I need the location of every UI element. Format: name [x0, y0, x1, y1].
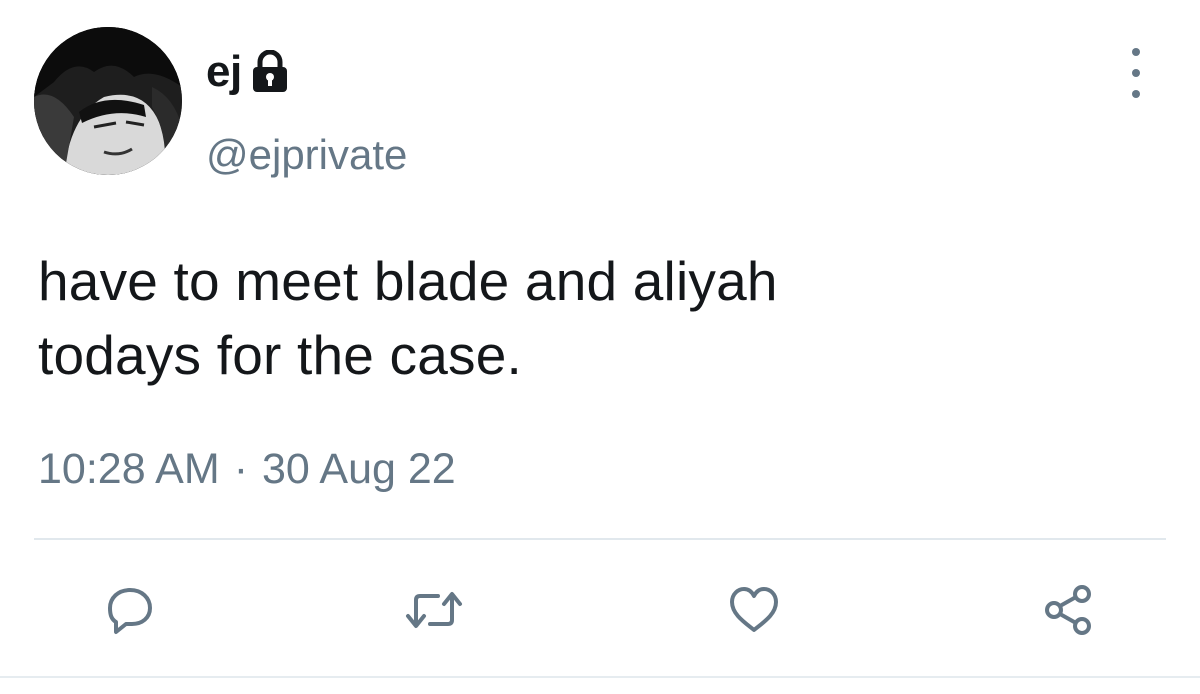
tweet-time: 10:28 AM: [38, 445, 220, 493]
display-name[interactable]: ej: [206, 50, 242, 94]
lock-icon: [250, 49, 290, 94]
reply-icon: [108, 588, 152, 634]
tweet-text-line: todays for the case.: [38, 324, 522, 386]
like-button[interactable]: [724, 580, 784, 640]
timestamp[interactable]: 10:28 AM · 30 Aug 22: [38, 448, 456, 491]
share-icon: [1045, 585, 1091, 635]
tweet-card: ej @ejprivate have to meet blade and ali…: [0, 0, 1200, 694]
name-row: ej: [206, 44, 290, 100]
tweet-date: 30 Aug 22: [262, 445, 456, 493]
share-button[interactable]: [1038, 580, 1098, 640]
divider: [34, 538, 1166, 540]
reply-button[interactable]: [100, 580, 160, 640]
tweet-text-line: have to meet blade and aliyah: [38, 250, 778, 312]
separator: ·: [233, 445, 249, 493]
retweet-icon: [406, 592, 462, 628]
more-options-icon[interactable]: [1118, 48, 1154, 98]
bottom-border: [0, 676, 1200, 678]
like-icon: [730, 587, 778, 632]
retweet-button[interactable]: [404, 580, 464, 640]
tweet-text: have to meet blade and aliyah todays for…: [38, 244, 1158, 392]
avatar[interactable]: [34, 27, 182, 175]
user-handle[interactable]: @ejprivate: [206, 134, 407, 176]
